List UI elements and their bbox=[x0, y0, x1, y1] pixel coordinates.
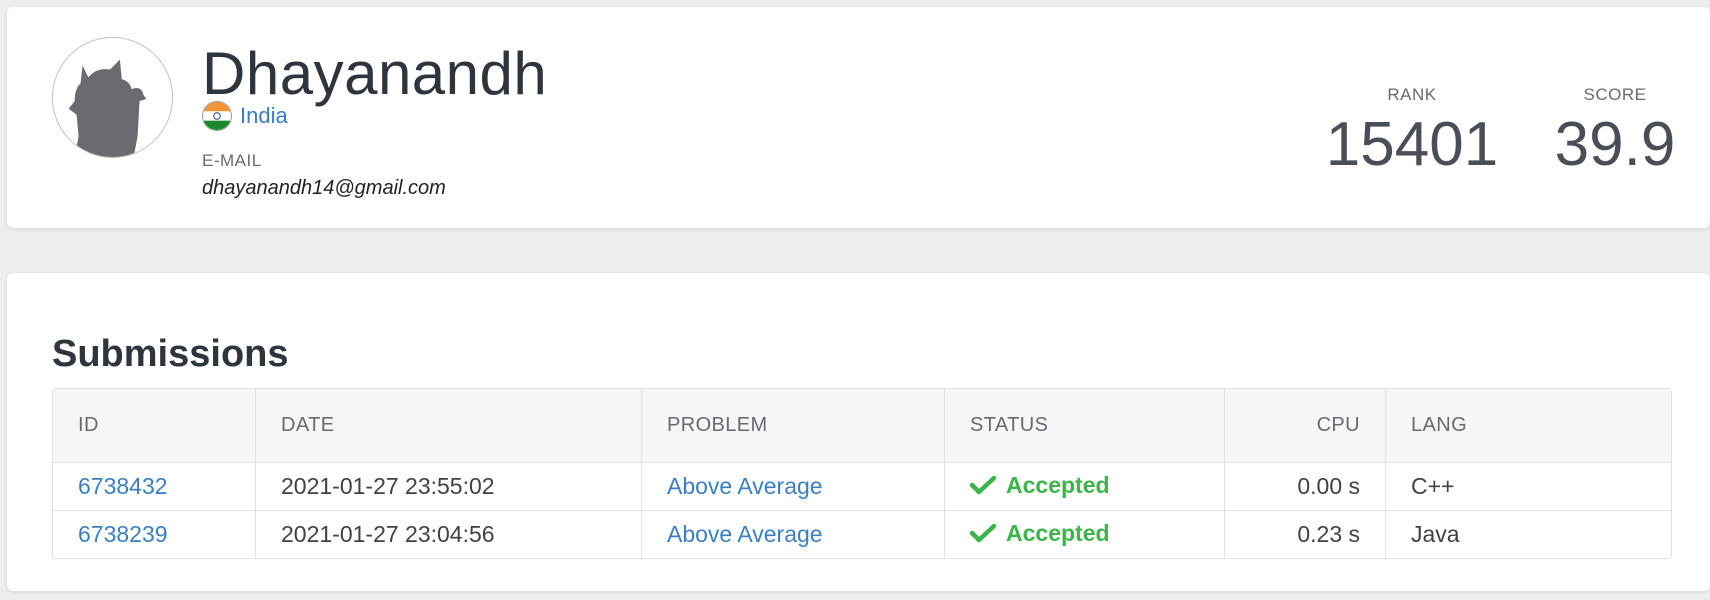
status-text: Accepted bbox=[1006, 519, 1110, 546]
submissions-title: Submissions bbox=[52, 333, 289, 375]
email-label: E-MAIL bbox=[202, 151, 262, 170]
language: Java bbox=[1386, 510, 1671, 558]
language: C++ bbox=[1386, 462, 1671, 510]
avatar bbox=[52, 37, 173, 158]
status-badge: Accepted bbox=[970, 520, 1110, 547]
rank-value: 15401 bbox=[1325, 110, 1499, 179]
country-link[interactable]: India bbox=[240, 103, 288, 129]
email-value: dhayanandh14@gmail.com bbox=[202, 177, 446, 199]
status-badge: Accepted bbox=[970, 472, 1110, 499]
rank-stat: RANK 15401 bbox=[1322, 85, 1502, 180]
cpu-time: 0.00 s bbox=[1225, 462, 1386, 510]
column-header-id: ID bbox=[53, 389, 256, 462]
table-row: 6738239 2021-01-27 23:04:56 Above Averag… bbox=[53, 510, 1671, 558]
cat-silhouette-icon bbox=[53, 38, 172, 157]
status-text: Accepted bbox=[1006, 471, 1110, 498]
submission-date: 2021-01-27 23:04:56 bbox=[256, 510, 642, 558]
submission-id-link[interactable]: 6738432 bbox=[78, 473, 168, 499]
problem-link[interactable]: Above Average bbox=[667, 521, 823, 547]
submission-date: 2021-01-27 23:55:02 bbox=[256, 462, 642, 510]
checkmark-icon bbox=[970, 524, 996, 543]
table-header-row: ID DATE PROBLEM STATUS CPU LANG bbox=[53, 389, 1671, 462]
profile-card: Dhayanandh India E-MAIL dhayanandh14@gma… bbox=[7, 7, 1710, 228]
score-label: SCORE bbox=[1583, 85, 1647, 104]
column-header-cpu: CPU bbox=[1225, 389, 1386, 462]
column-header-status: STATUS bbox=[945, 389, 1225, 462]
submissions-card: Submissions ID DATE PROBLEM STATUS CPU L… bbox=[7, 273, 1710, 591]
column-header-date: DATE bbox=[256, 389, 642, 462]
checkmark-icon bbox=[970, 476, 996, 495]
score-value: 39.9 bbox=[1554, 110, 1676, 179]
submissions-table: ID DATE PROBLEM STATUS CPU LANG 6738432 … bbox=[52, 388, 1672, 559]
user-name: Dhayanandh bbox=[202, 40, 548, 107]
column-header-lang: LANG bbox=[1386, 389, 1671, 462]
problem-link[interactable]: Above Average bbox=[667, 473, 823, 499]
column-header-problem: PROBLEM bbox=[642, 389, 945, 462]
rank-label: RANK bbox=[1387, 85, 1437, 104]
score-stat: SCORE 39.9 bbox=[1530, 85, 1700, 180]
cpu-time: 0.23 s bbox=[1225, 510, 1386, 558]
india-flag-icon bbox=[202, 101, 232, 131]
country: India bbox=[202, 101, 288, 131]
submission-id-link[interactable]: 6738239 bbox=[78, 521, 168, 547]
table-row: 6738432 2021-01-27 23:55:02 Above Averag… bbox=[53, 462, 1671, 510]
